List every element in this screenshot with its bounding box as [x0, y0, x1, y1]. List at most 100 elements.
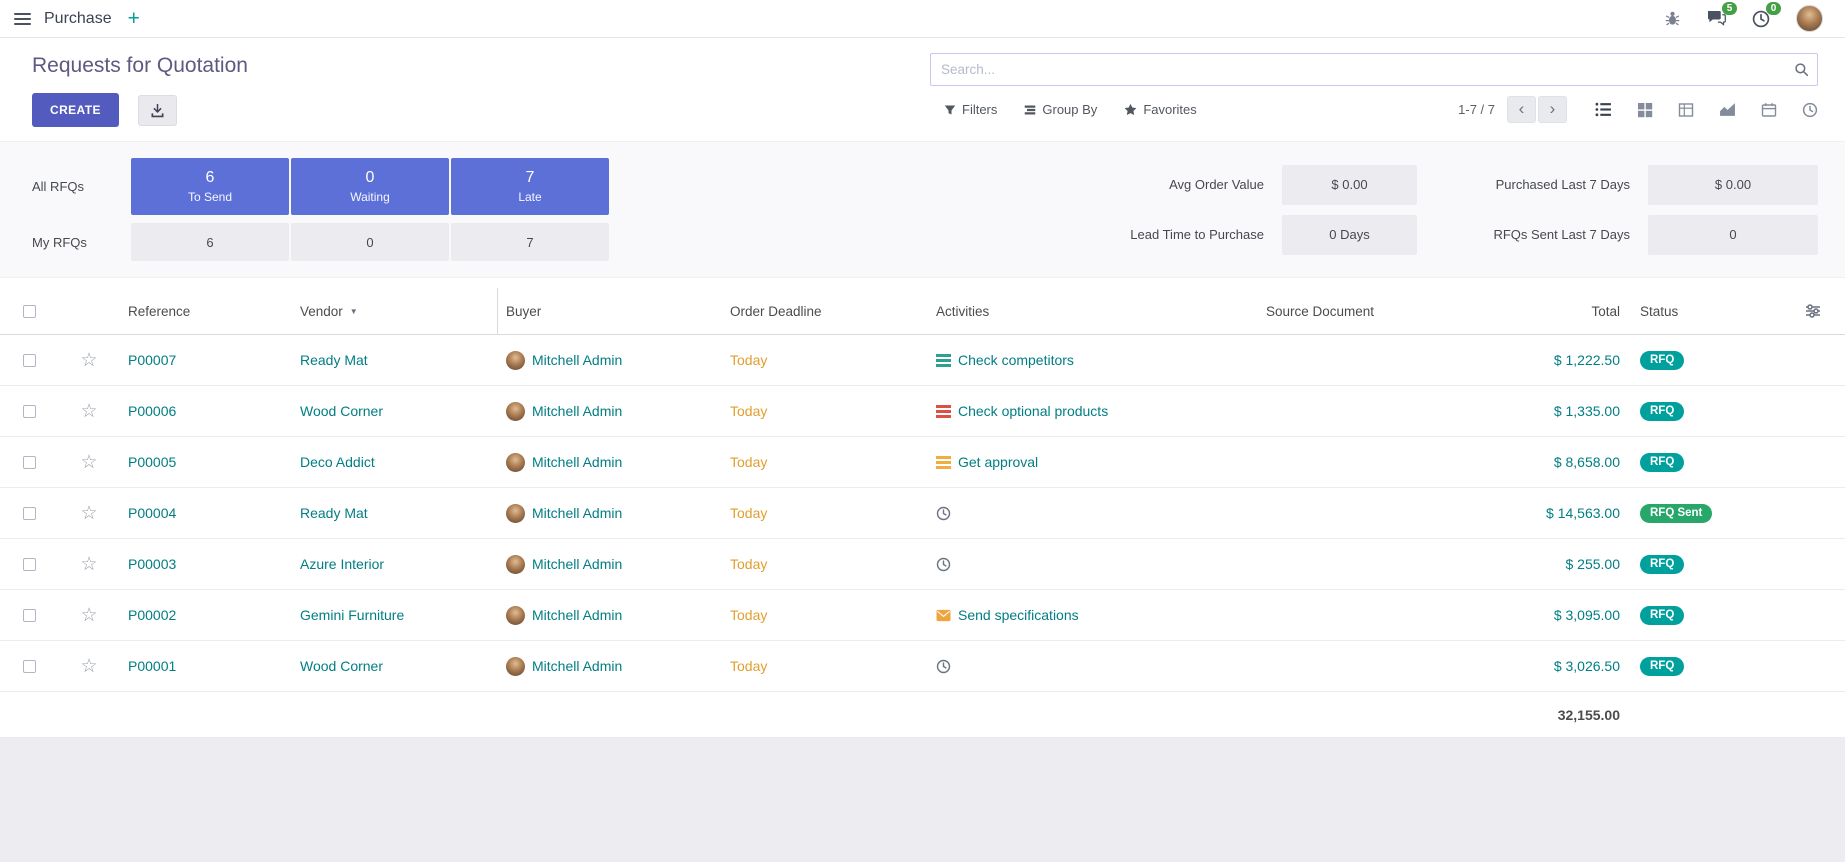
vendor-cell[interactable]: Wood Corner [292, 386, 498, 436]
purchased-last-7-days[interactable]: $ 0.00 [1648, 165, 1818, 205]
my-late-card[interactable]: 7 [451, 223, 609, 261]
row-checkbox[interactable] [23, 660, 36, 673]
pivot-view-button[interactable] [1678, 102, 1694, 118]
purchase-dashboard: All RFQs 6 To Send 0 Waiting 7 Late My R… [0, 141, 1845, 278]
header-source-document[interactable]: Source Document [1258, 288, 1500, 334]
vendor-cell[interactable]: Ready Mat [292, 335, 498, 385]
favorite-star-icon[interactable]: ☆ [80, 504, 97, 523]
vendor-cell[interactable]: Wood Corner [292, 641, 498, 691]
buyer-cell[interactable]: Mitchell Admin [498, 437, 722, 487]
plus-icon[interactable]: + [128, 8, 140, 29]
activity-cell[interactable]: Check optional products [928, 386, 1258, 436]
activity-cell[interactable] [928, 539, 1258, 589]
calendar-view-button[interactable] [1761, 102, 1777, 118]
export-button[interactable] [138, 95, 177, 126]
reference-cell[interactable]: P00001 [120, 641, 292, 691]
activities-clock-icon[interactable]: 0 [1752, 10, 1770, 28]
table-row[interactable]: ☆ P00002 Gemini Furniture Mitchell Admin… [0, 590, 1845, 641]
list-view-button[interactable] [1595, 101, 1612, 118]
activities-count-badge: 0 [1766, 2, 1781, 15]
pager-previous-button[interactable]: ‹ [1507, 96, 1536, 123]
table-row[interactable]: ☆ P00001 Wood Corner Mitchell Admin Toda… [0, 641, 1845, 692]
search-box [930, 53, 1818, 86]
favorites-button[interactable]: Favorites [1124, 102, 1196, 117]
buyer-cell[interactable]: Mitchell Admin [498, 539, 722, 589]
apps-menu-icon[interactable] [14, 13, 31, 25]
table-row[interactable]: ☆ P00007 Ready Mat Mitchell Admin Today … [0, 335, 1845, 386]
favorite-star-icon[interactable]: ☆ [80, 402, 97, 421]
my-to-send-card[interactable]: 6 [131, 223, 289, 261]
to-send-card[interactable]: 6 To Send [131, 158, 289, 215]
buyer-cell[interactable]: Mitchell Admin [498, 641, 722, 691]
buyer-cell[interactable]: Mitchell Admin [498, 488, 722, 538]
filters-button[interactable]: Filters [944, 102, 997, 117]
activity-cell[interactable]: Check competitors [928, 335, 1258, 385]
activity-cell[interactable]: Send specifications [928, 590, 1258, 640]
group-by-button[interactable]: Group By [1024, 102, 1097, 117]
table-row[interactable]: ☆ P00005 Deco Addict Mitchell Admin Toda… [0, 437, 1845, 488]
lead-time-value[interactable]: 0 Days [1282, 215, 1417, 255]
vendor-cell[interactable]: Azure Interior [292, 539, 498, 589]
table-row[interactable]: ☆ P00004 Ready Mat Mitchell Admin Today … [0, 488, 1845, 539]
sort-desc-icon: ▼ [350, 307, 358, 316]
debug-bug-icon[interactable] [1664, 10, 1681, 27]
buyer-cell[interactable]: Mitchell Admin [498, 386, 722, 436]
row-checkbox[interactable] [23, 456, 36, 469]
row-checkbox[interactable] [23, 405, 36, 418]
graph-view-button[interactable] [1719, 101, 1736, 118]
vendor-cell[interactable]: Gemini Furniture [292, 590, 498, 640]
purchased-last-7-days-label: Purchased Last 7 Days [1435, 177, 1630, 192]
search-icon[interactable] [1794, 62, 1809, 77]
optional-columns-button[interactable] [1780, 288, 1845, 334]
reference-cell[interactable]: P00002 [120, 590, 292, 640]
activity-cell[interactable] [928, 641, 1258, 691]
user-avatar[interactable] [1796, 5, 1823, 32]
header-activities[interactable]: Activities [928, 288, 1258, 334]
favorite-star-icon[interactable]: ☆ [80, 555, 97, 574]
favorite-star-icon[interactable]: ☆ [80, 657, 97, 676]
table-row[interactable]: ☆ P00006 Wood Corner Mitchell Admin Toda… [0, 386, 1845, 437]
lead-time-label: Lead Time to Purchase [1130, 227, 1264, 242]
reference-cell[interactable]: P00007 [120, 335, 292, 385]
vendor-cell[interactable]: Deco Addict [292, 437, 498, 487]
header-reference[interactable]: Reference [120, 288, 292, 334]
kanban-view-button[interactable] [1637, 102, 1653, 118]
reference-cell[interactable]: P00004 [120, 488, 292, 538]
header-buyer[interactable]: Buyer [498, 288, 722, 334]
messages-icon[interactable]: 5 [1707, 10, 1726, 27]
table-row[interactable]: ☆ P00003 Azure Interior Mitchell Admin T… [0, 539, 1845, 590]
favorite-star-icon[interactable]: ☆ [80, 351, 97, 370]
select-all-checkbox[interactable] [23, 305, 36, 318]
pager-next-button[interactable]: › [1538, 96, 1567, 123]
favorite-star-icon[interactable]: ☆ [80, 606, 97, 625]
reference-cell[interactable]: P00006 [120, 386, 292, 436]
header-total[interactable]: Total [1500, 288, 1628, 334]
search-input[interactable] [930, 53, 1818, 86]
my-rfqs-label: My RFQs [32, 235, 129, 250]
rfqs-sent-last-7-days[interactable]: 0 [1648, 215, 1818, 255]
row-checkbox[interactable] [23, 354, 36, 367]
reference-cell[interactable]: P00005 [120, 437, 292, 487]
header-status[interactable]: Status [1628, 288, 1780, 334]
create-button[interactable]: CREATE [32, 93, 119, 127]
activity-cell[interactable]: Get approval [928, 437, 1258, 487]
my-waiting-card[interactable]: 0 [291, 223, 449, 261]
activity-view-button[interactable] [1802, 102, 1818, 118]
buyer-cell[interactable]: Mitchell Admin [498, 335, 722, 385]
header-vendor[interactable]: Vendor ▼ [292, 288, 498, 334]
late-card[interactable]: 7 Late [451, 158, 609, 215]
header-order-deadline[interactable]: Order Deadline [722, 288, 928, 334]
row-checkbox[interactable] [23, 558, 36, 571]
source-document-cell [1258, 437, 1500, 487]
avg-order-value[interactable]: $ 0.00 [1282, 165, 1417, 205]
row-checkbox[interactable] [23, 609, 36, 622]
reference-cell[interactable]: P00003 [120, 539, 292, 589]
buyer-cell[interactable]: Mitchell Admin [498, 590, 722, 640]
favorite-star-icon[interactable]: ☆ [80, 453, 97, 472]
waiting-card[interactable]: 0 Waiting [291, 158, 449, 215]
deadline-cell: Today [722, 335, 928, 385]
vendor-cell[interactable]: Ready Mat [292, 488, 498, 538]
activity-cell[interactable] [928, 488, 1258, 538]
row-checkbox[interactable] [23, 507, 36, 520]
app-name[interactable]: Purchase [44, 10, 112, 28]
